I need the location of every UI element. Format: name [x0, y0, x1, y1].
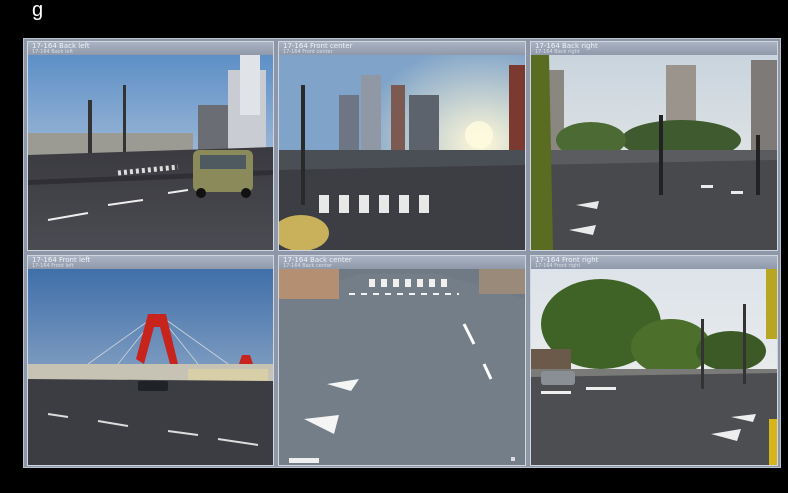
camera-header: 17-164 Back left 17-164 Back left [28, 42, 273, 55]
camera-feed-image [279, 269, 525, 465]
camera-pane-front-center[interactable]: 17-164 Front center 17-164 Front center [278, 41, 526, 251]
camera-pane-back-left[interactable]: 17-164 Back left 17-164 Back left [27, 41, 274, 251]
camera-feed-image [28, 55, 273, 250]
camera-feed-image [28, 269, 273, 465]
camera-pane-front-left[interactable]: 17-164 Front left 17-164 Front left [27, 255, 274, 466]
camera-header: 17-164 Back right 17-164 Back right [531, 42, 777, 55]
camera-feed-image [531, 269, 777, 465]
camera-feed-image [531, 55, 777, 250]
camera-pane-back-center[interactable]: 17-164 Back center 17-164 Back center [278, 255, 526, 466]
camera-header: 17-164 Front center 17-164 Front center [279, 42, 525, 55]
camera-pane-front-right[interactable]: 17-164 Front right 17-164 Front right [530, 255, 778, 466]
camera-pane-back-right[interactable]: 17-164 Back right 17-164 Back right [530, 41, 778, 251]
camera-header: 17-164 Front left 17-164 Front left [28, 256, 273, 269]
camera-grid: 17-164 Back left 17-164 Back left 17-164… [23, 38, 781, 468]
window-caption: g [32, 0, 44, 21]
camera-header: 17-164 Back center 17-164 Back center [279, 256, 525, 269]
camera-feed-image [279, 55, 525, 250]
camera-header: 17-164 Front right 17-164 Front right [531, 256, 777, 269]
